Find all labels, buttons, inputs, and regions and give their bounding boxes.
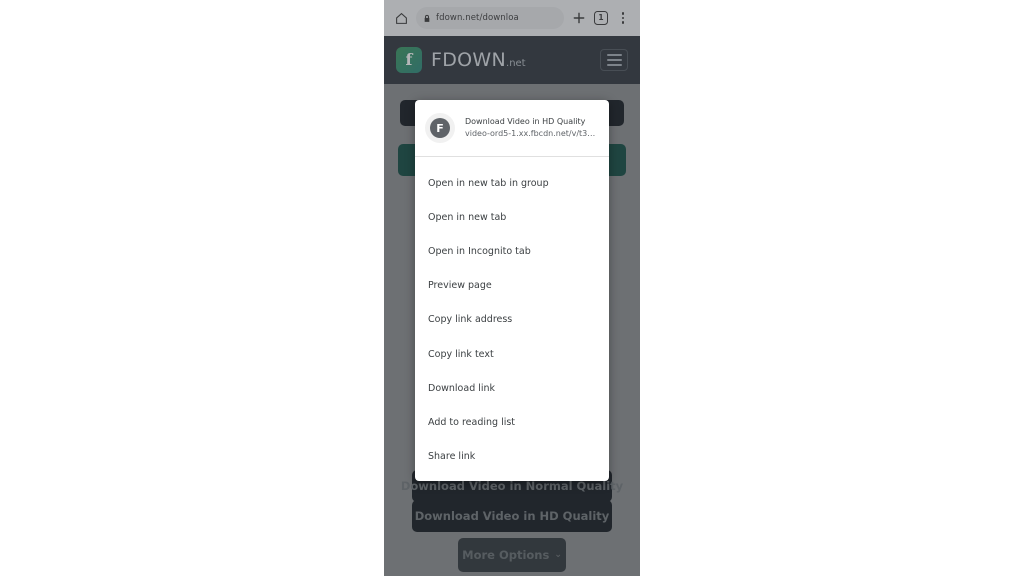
context-menu-header: F Download Video in HD Quality video-ord…	[415, 100, 609, 156]
menu-item-copy-link-address[interactable]: Copy link address	[415, 303, 609, 337]
context-menu-items: Open in new tab in group Open in new tab…	[415, 157, 609, 474]
menu-item-open-in-new-tab[interactable]: Open in new tab	[415, 200, 609, 234]
menu-item-open-in-new-tab-in-group[interactable]: Open in new tab in group	[415, 166, 609, 200]
favicon-wrapper: F	[425, 113, 455, 143]
menu-item-open-in-incognito-tab[interactable]: Open in Incognito tab	[415, 234, 609, 268]
menu-item-copy-link-text[interactable]: Copy link text	[415, 337, 609, 371]
menu-item-add-to-reading-list[interactable]: Add to reading list	[415, 405, 609, 439]
phone-viewport: t D Download Video in Normal Quality Dow…	[384, 0, 640, 576]
screenshot-stage: t D Download Video in Normal Quality Dow…	[0, 0, 1024, 576]
menu-item-preview-page[interactable]: Preview page	[415, 269, 609, 303]
link-context-menu: F Download Video in HD Quality video-ord…	[415, 100, 609, 481]
context-menu-link-url: video-ord5-1.xx.fbcdn.net/v/t39…	[465, 129, 597, 138]
context-menu-link-title: Download Video in HD Quality	[465, 117, 586, 126]
context-menu-link-info: Download Video in HD Quality video-ord5-…	[465, 116, 597, 140]
menu-item-download-link[interactable]: Download link	[415, 371, 609, 405]
toolbar-scrim	[384, 0, 640, 84]
menu-item-share-link[interactable]: Share link	[415, 440, 609, 474]
site-favicon-icon: F	[430, 118, 450, 138]
